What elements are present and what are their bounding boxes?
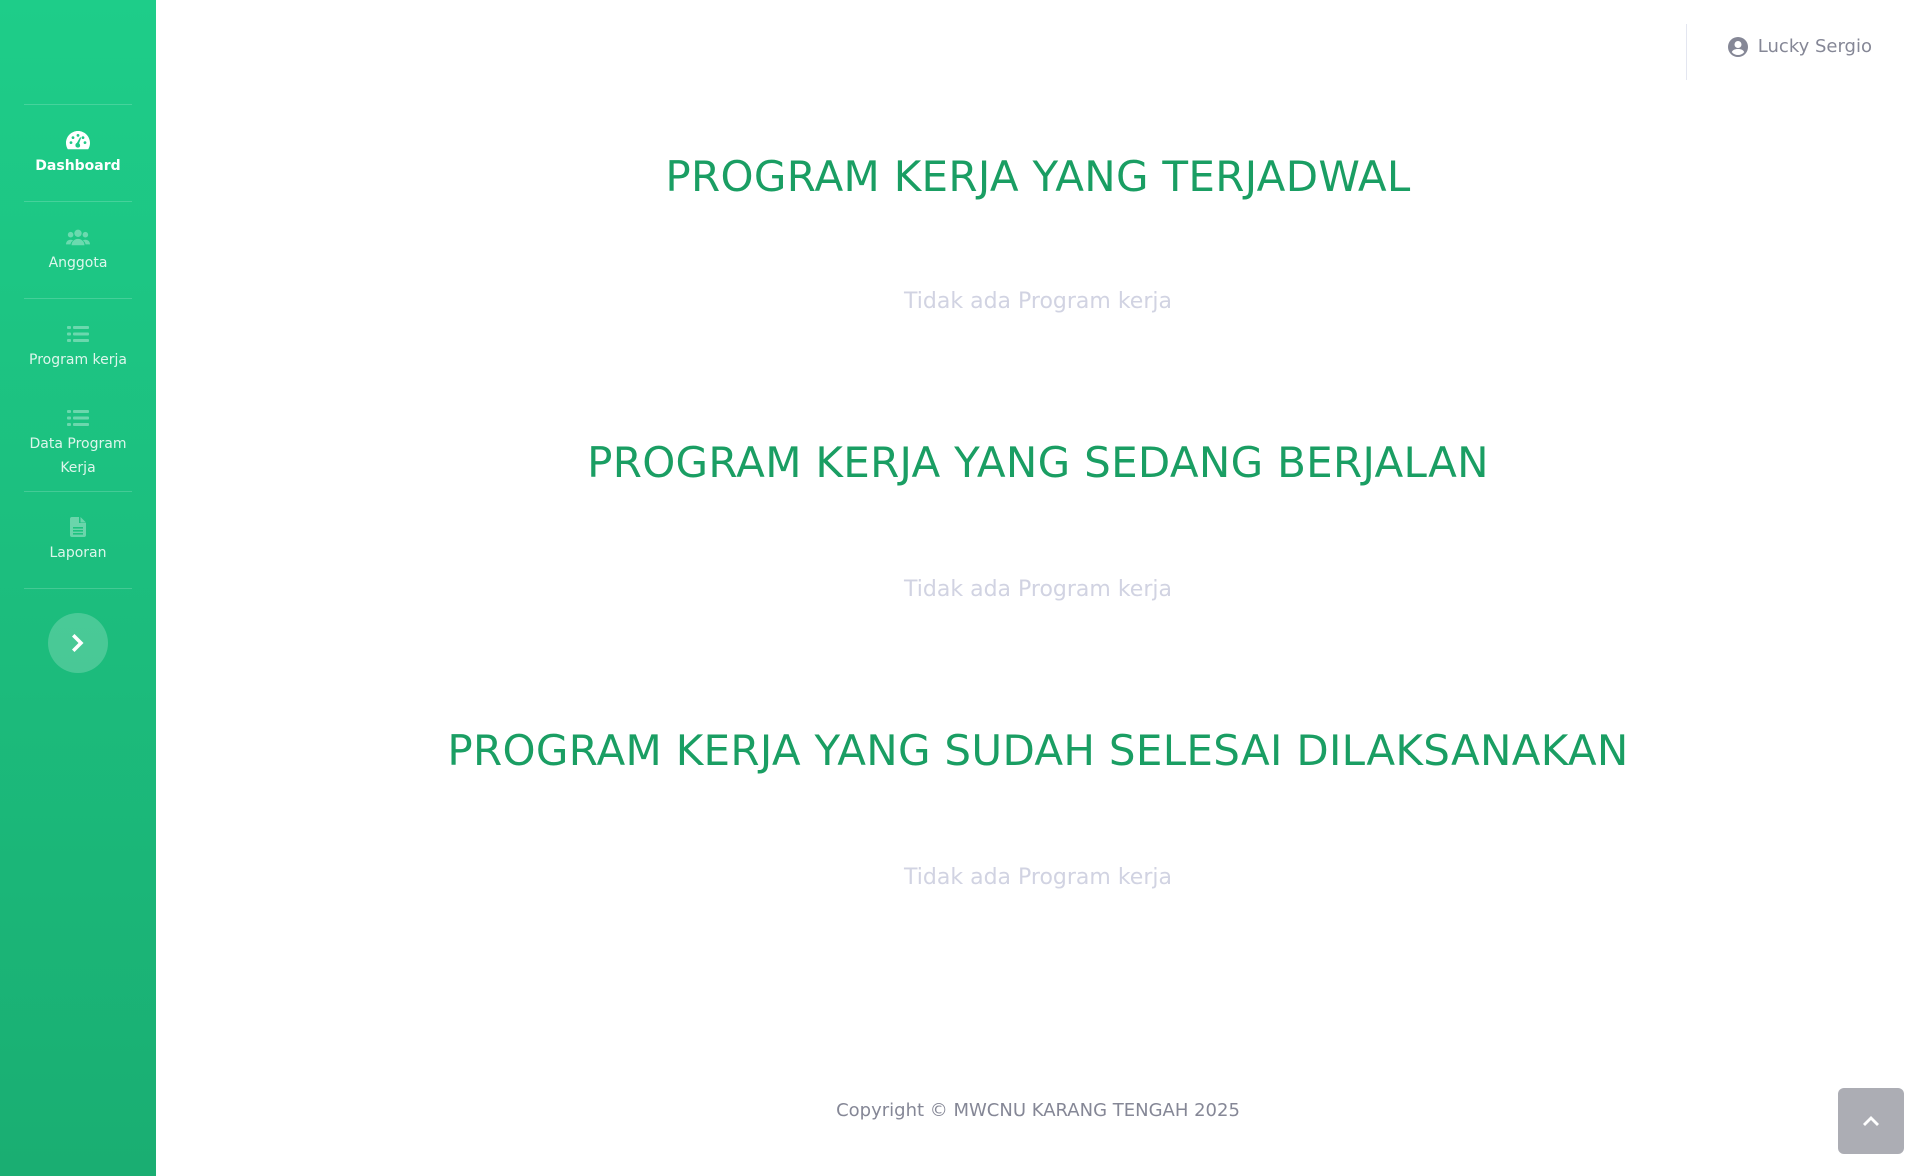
- section-completed: PROGRAM KERJA YANG SUDAH SELESAI DILAKSA…: [156, 726, 1920, 890]
- sidebar-toggle-button[interactable]: [48, 613, 108, 673]
- empty-state-text: Tidak ada Program kerja: [904, 865, 1172, 890]
- tachometer-icon: [66, 128, 90, 152]
- user-circle-icon: [1727, 36, 1748, 57]
- sidebar-item-label: Program kerja: [29, 352, 127, 368]
- sidebar-toggle-wrapper: [0, 589, 156, 673]
- user-name: Lucky Sergio: [1757, 36, 1872, 57]
- topbar: Lucky Sergio: [156, 0, 1920, 104]
- sidebar: Dashboard Anggota Program kerja Data Pro…: [0, 0, 156, 1176]
- sidebar-item-label: Laporan: [49, 545, 107, 561]
- list-icon: [66, 322, 90, 346]
- main-content: PROGRAM KERJA YANG TERJADWAL Tidak ada P…: [156, 104, 1920, 890]
- sidebar-item-label: Anggota: [48, 255, 108, 271]
- sidebar-item-data-program-kerja[interactable]: Data Program Kerja: [0, 395, 156, 491]
- sidebar-item-program-kerja[interactable]: Program kerja: [0, 299, 156, 395]
- section-scheduled: PROGRAM KERJA YANG TERJADWAL Tidak ada P…: [156, 152, 1920, 314]
- sidebar-item-label: Data Program Kerja: [29, 436, 127, 476]
- section-title: PROGRAM KERJA YANG SEDANG BERJALAN: [587, 438, 1489, 487]
- chevron-right-icon: [72, 634, 84, 652]
- footer: Copyright © MWCNU KARANG TENGAH 2025: [156, 1100, 1920, 1121]
- copyright-text: Copyright © MWCNU KARANG TENGAH 2025: [836, 1100, 1240, 1121]
- list-icon: [66, 406, 90, 430]
- section-title: PROGRAM KERJA YANG SUDAH SELESAI DILAKSA…: [447, 726, 1629, 775]
- sidebar-brand: [0, 0, 156, 104]
- angle-up-icon: [1863, 1116, 1879, 1126]
- sidebar-item-laporan[interactable]: Laporan: [0, 492, 156, 588]
- topbar-divider: [1686, 24, 1687, 80]
- file-icon: [66, 515, 90, 539]
- scroll-to-top-button[interactable]: [1838, 1088, 1904, 1154]
- sidebar-item-label: Dashboard: [35, 158, 121, 174]
- sidebar-item-dashboard[interactable]: Dashboard: [0, 105, 156, 201]
- empty-state-text: Tidak ada Program kerja: [904, 577, 1172, 602]
- section-ongoing: PROGRAM KERJA YANG SEDANG BERJALAN Tidak…: [156, 438, 1920, 602]
- users-icon: [66, 225, 90, 249]
- sidebar-item-anggota[interactable]: Anggota: [0, 202, 156, 298]
- user-menu[interactable]: Lucky Sergio: [1727, 36, 1872, 57]
- empty-state-text: Tidak ada Program kerja: [904, 289, 1172, 314]
- section-title: PROGRAM KERJA YANG TERJADWAL: [665, 152, 1411, 201]
